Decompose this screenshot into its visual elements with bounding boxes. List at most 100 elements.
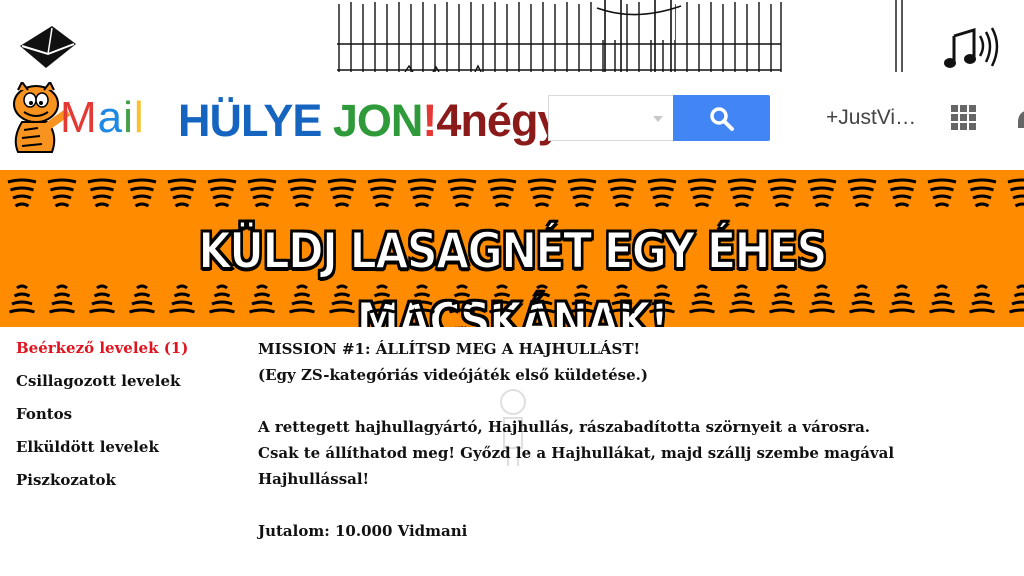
stripe-mark — [973, 292, 991, 298]
stripe-mark — [213, 292, 231, 298]
stripe-mark — [729, 308, 755, 314]
stripe-mark — [211, 300, 233, 306]
stripe-mark — [536, 284, 548, 290]
user-account-link[interactable]: +JustVi… — [826, 106, 916, 130]
stripe-mark — [932, 194, 952, 200]
sidebar-item-important[interactable]: Fontos — [16, 402, 236, 435]
stripe-mark — [567, 178, 597, 184]
stripe-mark — [12, 194, 32, 200]
stripe-mark — [730, 186, 754, 192]
stripe-mark — [732, 194, 752, 200]
dropdown-caret-icon[interactable] — [653, 116, 663, 122]
stripe-mark — [691, 300, 713, 306]
stripe-mark — [54, 202, 70, 208]
stripe-mark — [10, 186, 34, 192]
notification-bell-icon[interactable] — [1014, 106, 1024, 134]
stripe-mark — [852, 194, 872, 200]
sidebar-item-sent[interactable]: Elküldött levelek — [16, 435, 236, 468]
stripe-mark — [1009, 308, 1024, 314]
stripe-mark — [652, 194, 672, 200]
stripe-mark — [330, 186, 354, 192]
stripe-mark — [689, 308, 715, 314]
stripe-mark — [534, 202, 550, 208]
message-reward: Jutalom: 10.000 Vidmani — [258, 522, 468, 540]
sidebar-item-inbox[interactable]: Beérkező levelek (1) — [16, 336, 236, 369]
stripe-mark — [209, 308, 235, 314]
stripe-mark — [687, 178, 717, 184]
stripe-mark — [693, 292, 711, 298]
stripe-mark — [487, 178, 517, 184]
mail-wordmark: Mail — [60, 90, 145, 146]
stripe-mark — [614, 202, 630, 208]
top-strip — [0, 0, 1024, 76]
stripe-mark — [370, 186, 394, 192]
stripe-mark — [169, 308, 195, 314]
stripe-mark — [91, 300, 113, 306]
stripe-mark — [809, 308, 835, 314]
stripe-mark — [613, 292, 631, 298]
stripe-mark — [807, 178, 837, 184]
stripe-mark — [336, 284, 348, 290]
stripe-mark — [933, 292, 951, 298]
stripe-mark — [571, 300, 593, 306]
search-input[interactable] — [548, 95, 673, 141]
stripe-mark — [927, 178, 957, 184]
stripe-mark — [167, 178, 197, 184]
brand-title: HÜLYE JON!4négy! — [178, 95, 576, 146]
stripe-mark — [847, 178, 877, 184]
stripe-mark — [970, 186, 994, 192]
sidebar: Beérkező levelek (1) Csillagozott levele… — [16, 336, 236, 501]
stripe-mark — [974, 202, 990, 208]
stripe-mark — [734, 202, 750, 208]
envelope-icon[interactable] — [18, 24, 78, 70]
stripe-mark — [773, 292, 791, 298]
mail-letter-l: l — [133, 93, 145, 142]
stripe-mark — [493, 292, 511, 298]
stripe-mark — [174, 202, 190, 208]
search-button[interactable] — [673, 95, 770, 141]
stripe-mark — [609, 308, 635, 314]
stripe-mark — [489, 308, 515, 314]
message-title: MISSION #1: ÁLLÍTSD MEG A HAJHULLÁST! — [258, 340, 641, 358]
stripe-mark — [496, 284, 508, 290]
stripe-mark — [170, 186, 194, 192]
stripes-bottom — [9, 284, 1024, 314]
stripe-mark — [373, 292, 391, 298]
brand-part: 4négy — [436, 95, 562, 146]
stripe-mark — [890, 186, 914, 192]
fence-drawing — [337, 0, 782, 72]
sidebar-item-drafts[interactable]: Piszkozatok — [16, 468, 236, 501]
stripe-mark — [531, 300, 553, 306]
stripe-mark — [291, 300, 313, 306]
stripe-mark — [92, 194, 112, 200]
stripe-mark — [610, 186, 634, 192]
stripe-mark — [810, 186, 834, 192]
stripe-mark — [650, 186, 674, 192]
message-line: A rettegett hajhullagyártó, Hajhullás, r… — [258, 418, 871, 436]
music-note-sound-icon[interactable] — [944, 26, 1006, 70]
stripe-mark — [132, 194, 152, 200]
stripe-mark — [333, 292, 351, 298]
stripe-mark — [692, 194, 712, 200]
sidebar-item-starred[interactable]: Csillagozott levelek — [16, 369, 236, 402]
stripe-mark — [130, 186, 154, 192]
stripe-mark — [7, 178, 37, 184]
header: Mail HÜLYE JON!4négy! +JustVi… — [0, 76, 1024, 170]
message-subtitle: (Egy ZS-kategóriás videójáték első külde… — [258, 366, 648, 384]
stripe-mark — [971, 300, 993, 306]
message-line: Csak te állíthatod meg! Győzd le a Hajhu… — [258, 444, 895, 462]
stripe-mark — [214, 202, 230, 208]
stripe-mark — [51, 300, 73, 306]
stripe-mark — [294, 202, 310, 208]
stripe-mark — [616, 284, 628, 290]
apps-grid-icon[interactable] — [951, 105, 977, 131]
stripe-mark — [530, 186, 554, 192]
stripe-mark — [414, 202, 430, 208]
stripe-mark — [967, 178, 997, 184]
stripe-mark — [411, 300, 433, 306]
stripe-mark — [416, 284, 428, 290]
stripe-mark — [736, 284, 748, 290]
stripe-mark — [849, 308, 875, 314]
stripe-mark — [50, 186, 74, 192]
